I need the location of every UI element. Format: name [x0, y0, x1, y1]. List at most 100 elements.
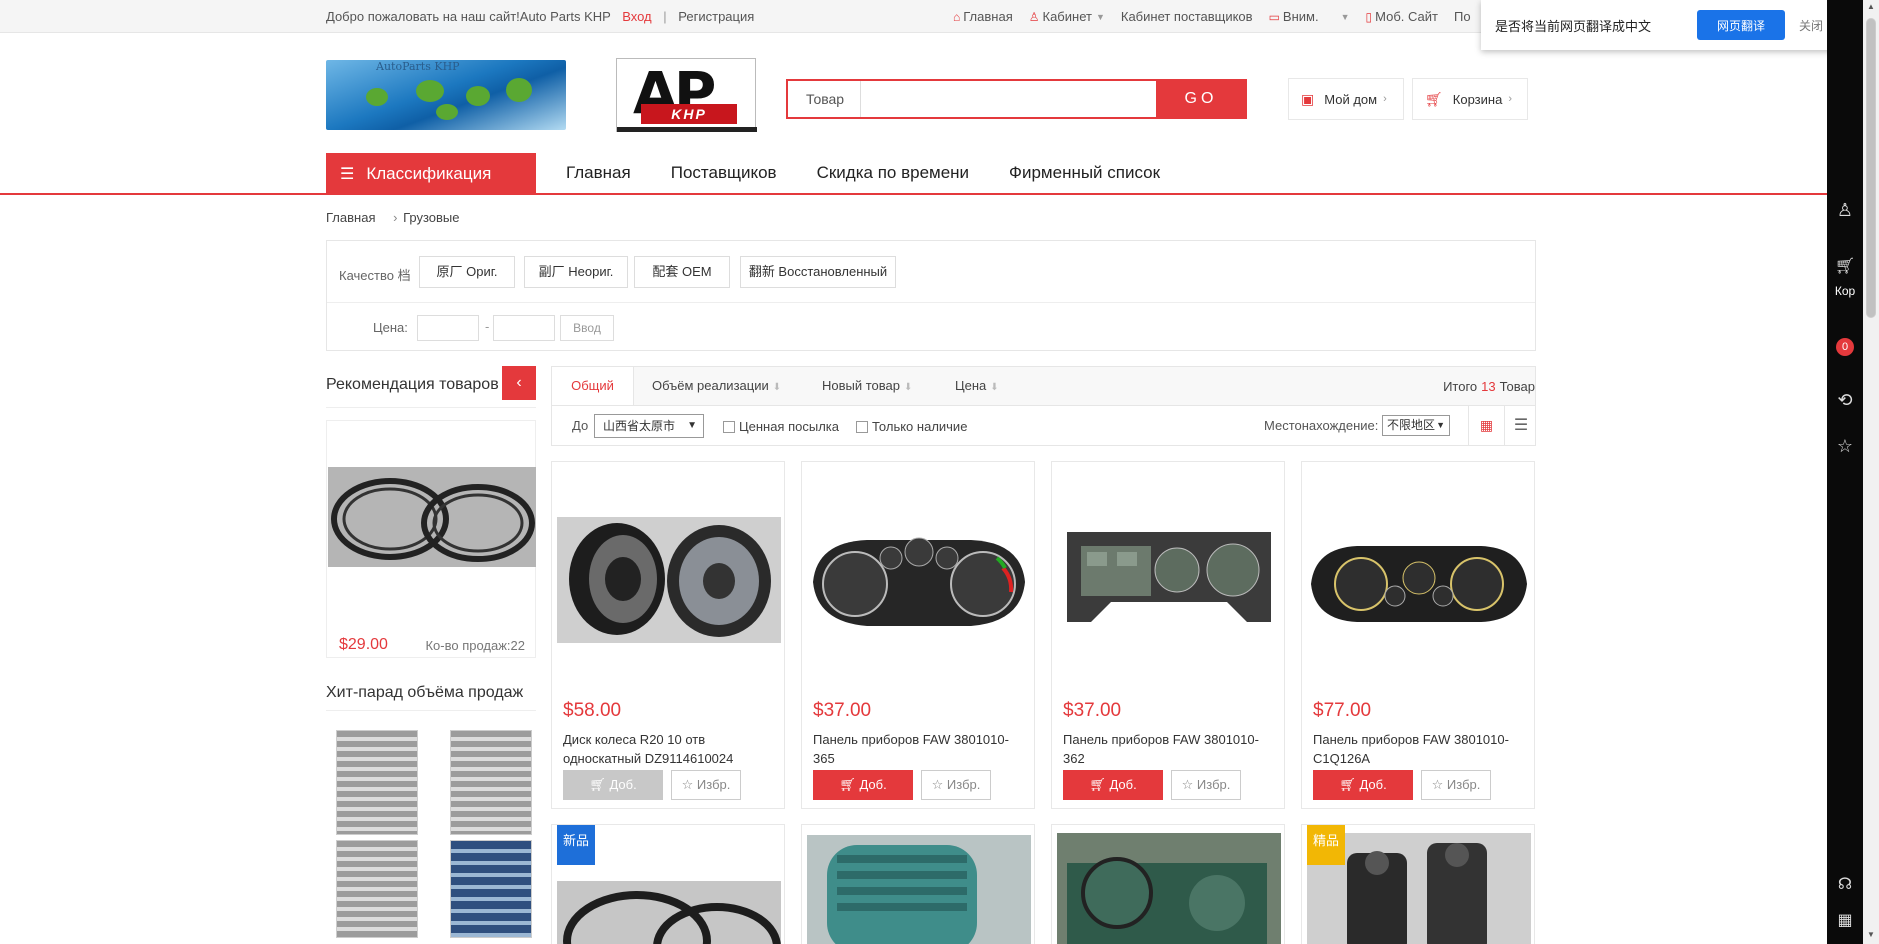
product-image[interactable]: [1307, 534, 1531, 634]
quality-restored-button[interactable]: 翻新 Восстановленный: [740, 256, 896, 288]
sort-tab-new[interactable]: Новый товар ⬇: [822, 367, 912, 405]
total-number: 13: [1481, 379, 1496, 394]
favorite-button[interactable]: ☆ Избр.: [1171, 770, 1241, 800]
recommend-product-image[interactable]: [328, 467, 536, 567]
region-select[interactable]: 山西省太原市 ▼: [594, 414, 704, 438]
sort-tab-sales[interactable]: Объём реализации ⬇: [652, 367, 781, 405]
product-image[interactable]: [807, 835, 1031, 944]
scroll-down-icon[interactable]: ▼: [1863, 930, 1879, 939]
price-max-input[interactable]: [493, 315, 555, 341]
checkbox-box[interactable]: [723, 420, 735, 433]
recommend-sold: Ко-во продаж:22: [425, 638, 525, 653]
favorite-button[interactable]: ☆ Избр.: [921, 770, 991, 800]
site-logo-ap[interactable]: AP KHP: [616, 58, 757, 132]
site-logo-map[interactable]: AutoParts KHP: [326, 60, 566, 130]
cart-button[interactable]: 🛒︎ Корзина ›: [1412, 78, 1528, 120]
chevron-left-icon[interactable]: ‹: [502, 366, 536, 400]
top-nav-mobile-label: Моб. Сайт: [1375, 9, 1438, 24]
sort-tab-price[interactable]: Цена ⬇: [955, 367, 999, 405]
quality-label: Качество 档: [339, 268, 411, 283]
favorite-button[interactable]: ☆ Избр.: [1421, 770, 1491, 800]
product-card[interactable]: $58.00 Диск колеса R20 10 отв односкатны…: [551, 461, 785, 809]
product-card[interactable]: [1051, 824, 1285, 944]
bestseller-thumb[interactable]: [450, 730, 532, 835]
price-apply-button[interactable]: Ввод: [560, 315, 614, 341]
user-icon[interactable]: ♙: [1827, 200, 1863, 221]
history-icon[interactable]: ⟲: [1827, 390, 1863, 411]
product-name[interactable]: Панель приборов FAW 3801010-362: [1063, 730, 1275, 768]
product-card[interactable]: [801, 824, 1035, 944]
arrow-down-icon: ⬇: [772, 382, 782, 393]
valuable-parcel-checkbox[interactable]: Ценная посылка: [723, 419, 839, 434]
favorite-button[interactable]: ☆ Избр.: [671, 770, 741, 800]
scroll-up-icon[interactable]: ▲: [1863, 2, 1879, 11]
cart-icon[interactable]: 🛒︎: [1827, 256, 1863, 276]
total-prefix: Итого: [1443, 379, 1478, 394]
login-link[interactable]: Вход: [622, 9, 651, 24]
add-to-cart-button[interactable]: 🛒︎ Доб.: [1313, 770, 1413, 800]
add-to-cart-button[interactable]: 🛒︎ Доб.: [813, 770, 913, 800]
product-name[interactable]: Панель приборов FAW 3801010-C1Q126A: [1313, 730, 1525, 768]
translate-button[interactable]: 网页翻译: [1697, 10, 1785, 40]
recommend-card[interactable]: $29.00 Ко-во продаж:22: [326, 420, 536, 658]
recommend-title: Рекомендация товаров: [326, 376, 499, 393]
product-name[interactable]: Панель приборов FAW 3801010-365: [813, 730, 1025, 768]
top-nav-home[interactable]: ⌂ Главная: [953, 9, 1013, 24]
total-count: Итого 13 Товар: [1443, 379, 1535, 394]
top-nav-supplier-cabinet[interactable]: Кабинет поставщиков: [1121, 9, 1253, 24]
star-icon[interactable]: ☆: [1827, 436, 1863, 457]
quality-oem-button[interactable]: 配套 OEM: [634, 256, 730, 288]
top-nav-attention[interactable]: ▭ Вним. ▼: [1269, 9, 1350, 24]
register-link[interactable]: Регистрация: [678, 9, 754, 24]
search-category-label[interactable]: Товар: [788, 81, 861, 117]
toolbar-cart-label[interactable]: Кор: [1827, 284, 1863, 298]
nav-link-home[interactable]: Главная: [566, 163, 631, 183]
headset-icon[interactable]: ☊: [1827, 874, 1863, 894]
top-nav-more[interactable]: По: [1454, 9, 1471, 24]
scrollbar-thumb[interactable]: [1866, 18, 1876, 318]
nav-link-suppliers[interactable]: Поставщиков: [671, 163, 777, 183]
search-go-button[interactable]: GO: [1156, 81, 1246, 117]
quality-non-original-button[interactable]: 副厂 Неориг.: [524, 256, 628, 288]
arrow-down-icon: ⬇: [904, 382, 913, 393]
top-nav: ⌂ Главная ♙ Кабинет ▼ Кабинет поставщико…: [953, 9, 1487, 24]
page-scrollbar[interactable]: ▲ ▼: [1863, 0, 1879, 944]
product-image[interactable]: [557, 517, 781, 643]
checkbox-box[interactable]: [856, 420, 868, 433]
location-select[interactable]: 不限地区 ▼: [1382, 415, 1450, 436]
nav-link-time-discount[interactable]: Скидка по времени: [817, 163, 969, 183]
product-card[interactable]: 新品: [551, 824, 785, 944]
product-card[interactable]: 精品: [1301, 824, 1535, 944]
qr-code-icon[interactable]: ▦: [1827, 910, 1863, 930]
top-nav-cabinet[interactable]: ♙ Кабинет ▼: [1029, 9, 1105, 24]
breadcrumb-current[interactable]: Грузовые: [403, 210, 459, 225]
location-select-value: 不限地区: [1387, 418, 1436, 432]
product-image[interactable]: [1057, 512, 1281, 642]
product-image[interactable]: [807, 522, 1031, 636]
list-view-icon[interactable]: ☰: [1504, 406, 1537, 445]
breadcrumb-home[interactable]: Главная: [326, 210, 375, 225]
product-image[interactable]: [1057, 833, 1281, 944]
add-to-cart-button[interactable]: 🛒︎ Доб.: [563, 770, 663, 800]
add-to-cart-button[interactable]: 🛒︎ Доб.: [1063, 770, 1163, 800]
my-home-button[interactable]: ▣ Мой дом ›: [1288, 78, 1404, 120]
bestseller-thumb[interactable]: [336, 730, 418, 835]
product-image[interactable]: [557, 881, 781, 944]
tree-decor: [466, 86, 490, 106]
translate-close-button[interactable]: 关闭: [1799, 17, 1823, 34]
product-card[interactable]: $77.00 Панель приборов FAW 3801010-C1Q12…: [1301, 461, 1535, 809]
in-stock-checkbox[interactable]: Только наличие: [856, 419, 967, 434]
grid-view-icon[interactable]: ▦: [1468, 406, 1504, 445]
category-button[interactable]: ☰ Классификация: [326, 153, 536, 195]
product-card[interactable]: $37.00 Панель приборов FAW 3801010-362 🛒…: [1051, 461, 1285, 809]
price-min-input[interactable]: [417, 315, 479, 341]
product-card[interactable]: $37.00 Панель приборов FAW 3801010-365 🛒…: [801, 461, 1035, 809]
quality-original-button[interactable]: 原厂 Ориг.: [419, 256, 515, 288]
nav-link-brand-list[interactable]: Фирменный список: [1009, 163, 1160, 183]
product-name[interactable]: Диск колеса R20 10 отв односкатный DZ911…: [563, 730, 775, 768]
top-nav-mobile[interactable]: ▯ Моб. Сайт: [1366, 9, 1438, 24]
bestseller-thumb[interactable]: [450, 840, 532, 938]
search-input[interactable]: [861, 81, 1156, 117]
bestseller-thumb[interactable]: [336, 840, 418, 938]
sort-tab-general[interactable]: Общий: [552, 367, 634, 405]
